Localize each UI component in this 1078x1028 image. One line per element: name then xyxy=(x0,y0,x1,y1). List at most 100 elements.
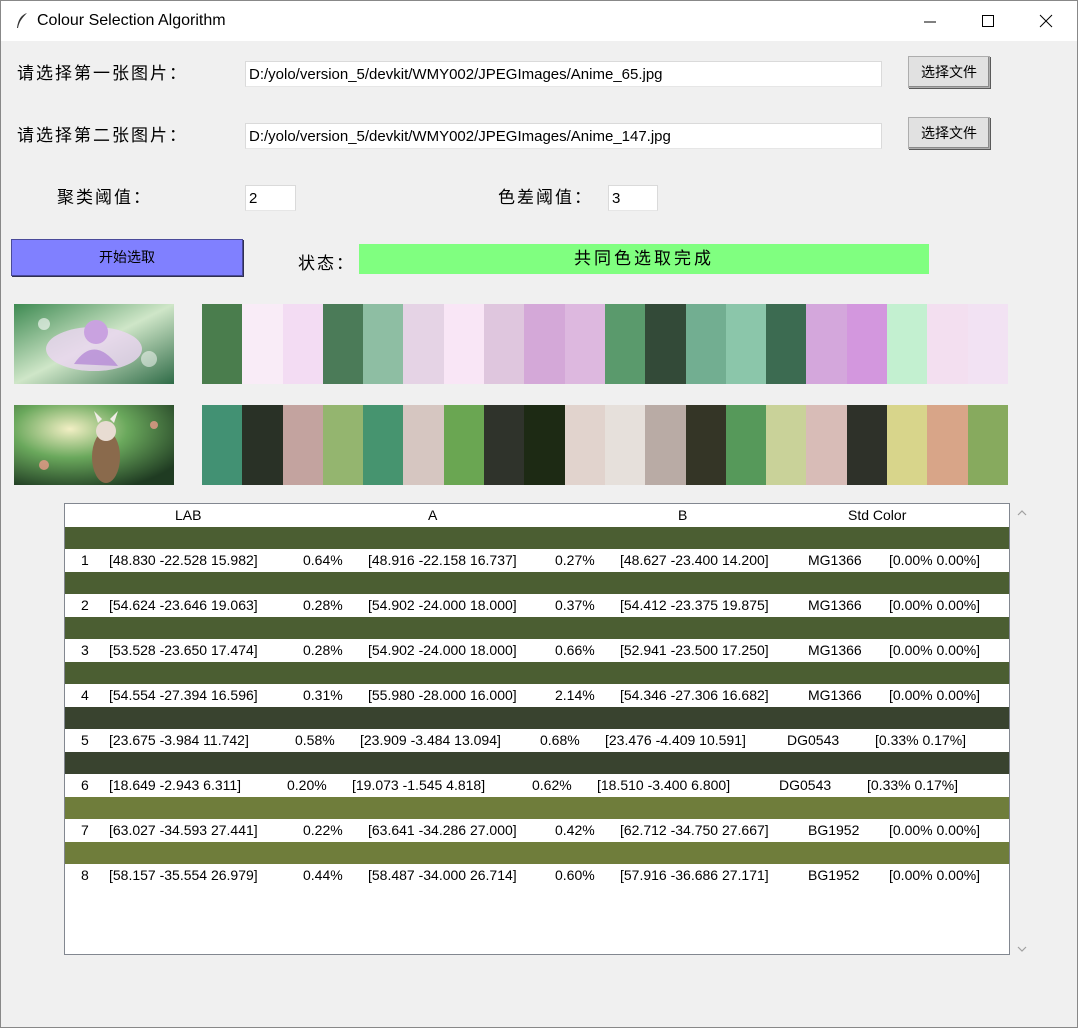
image1-swatch xyxy=(645,304,686,384)
image1-swatch xyxy=(363,304,404,384)
file1-path-input[interactable]: D:/yolo/version_5/devkit/WMY002/JPEGImag… xyxy=(245,61,882,87)
file1-choose-button[interactable]: 选择文件 xyxy=(908,56,990,88)
header-b[interactable]: B xyxy=(678,507,687,523)
table-row[interactable]: 2 [54.624 -23.646 19.063] 0.28% [54.902 -24… xyxy=(65,572,1009,617)
percent-b-cell: 0.68% xyxy=(540,732,580,748)
lab-cell: [48.830 -22.528 15.982] xyxy=(109,552,258,568)
percent-b-cell: 0.37% xyxy=(555,597,595,613)
percent-a-cell: 0.64% xyxy=(303,552,343,568)
image2-swatch xyxy=(806,405,847,485)
a-lab-cell: [23.909 -3.484 13.094] xyxy=(360,732,501,748)
row-color-band xyxy=(65,572,1009,594)
table-header: LAB A B Std Color xyxy=(65,504,1009,526)
deviation-cell: [0.33% 0.17%] xyxy=(875,732,967,748)
table-scrollbar[interactable] xyxy=(1013,503,1031,955)
scroll-up-icon[interactable] xyxy=(1017,509,1027,517)
close-button[interactable] xyxy=(1017,1,1075,41)
percent-a-cell: 0.31% xyxy=(303,687,343,703)
b-lab-cell: [52.941 -23.500 17.250] xyxy=(620,642,769,658)
percent-b-cell: 0.60% xyxy=(555,867,595,883)
minimize-button[interactable] xyxy=(901,1,959,41)
header-std-color[interactable]: Std Color xyxy=(848,507,906,523)
feather-icon xyxy=(17,13,27,28)
start-select-button[interactable]: 开始选取 xyxy=(11,239,243,276)
image2-swatch xyxy=(322,405,364,485)
percent-b-cell: 0.66% xyxy=(555,642,595,658)
a-lab-cell: [58.487 -34.000 26.714] xyxy=(368,867,517,883)
image1-swatch xyxy=(524,304,565,384)
b-lab-cell: [54.412 -23.375 19.875] xyxy=(620,597,769,613)
lab-cell: [18.649 -2.943 6.311] xyxy=(109,777,242,793)
file2-choose-button[interactable]: 选择文件 xyxy=(908,117,990,149)
cluster-threshold-label: 聚类阈值： xyxy=(57,188,152,208)
percent-a-cell: 0.20% xyxy=(287,777,327,793)
image1-swatch xyxy=(443,304,485,384)
image1-swatch xyxy=(887,304,928,384)
row-number: 6 xyxy=(81,777,89,793)
color-diff-threshold-input[interactable]: 3 xyxy=(608,185,658,211)
title-bar[interactable]: Colour Selection Algorithm xyxy=(1,1,1077,41)
maximize-button[interactable] xyxy=(959,1,1017,41)
header-a[interactable]: A xyxy=(428,507,437,523)
table-row[interactable]: 6 [18.649 -2.943 6.311] 0.20% [19.073 -1.54… xyxy=(65,752,1009,797)
image2-swatch xyxy=(604,405,646,485)
a-lab-cell: [54.902 -24.000 18.000] xyxy=(368,597,517,613)
image1-swatch xyxy=(685,304,726,384)
row-number: 5 xyxy=(81,732,89,748)
table-row[interactable]: 7 [63.027 -34.593 27.441] 0.22% [63.641 -34… xyxy=(65,797,1009,842)
image1-swatch xyxy=(484,304,525,384)
image1-swatch xyxy=(725,304,767,384)
b-lab-cell: [57.916 -36.686 27.171] xyxy=(620,867,769,883)
table-row[interactable]: 4 [54.554 -27.394 16.596] 0.31% [55.980 -28… xyxy=(65,662,1009,707)
cluster-threshold-input[interactable]: 2 xyxy=(245,185,296,211)
image1-thumbnail xyxy=(14,304,174,384)
image1-swatch xyxy=(242,304,283,384)
b-lab-cell: [18.510 -3.400 6.800] xyxy=(597,777,731,793)
image2-swatch xyxy=(242,405,283,485)
image2-swatch xyxy=(484,405,525,485)
percent-a-cell: 0.22% xyxy=(303,822,343,838)
scroll-down-icon[interactable] xyxy=(1017,945,1027,953)
header-lab[interactable]: LAB xyxy=(175,507,201,523)
file2-label: 请选择第二张图片： xyxy=(17,126,188,146)
std-color-cell: DG0543 xyxy=(787,732,840,748)
color-diff-threshold-label: 色差阈值： xyxy=(498,188,593,208)
image2-thumbnail xyxy=(14,405,174,485)
percent-a-cell: 0.58% xyxy=(295,732,335,748)
image2-swatch xyxy=(403,405,444,485)
percent-b-cell: 0.62% xyxy=(532,777,572,793)
app-window: Colour Selection Algorithm 请选择第一张图片： D:/… xyxy=(0,0,1078,1028)
image2-swatch xyxy=(766,405,807,485)
lab-cell: [63.027 -34.593 27.441] xyxy=(109,822,258,838)
row-color-band xyxy=(65,842,1009,864)
std-color-cell: DG0543 xyxy=(779,777,832,793)
b-lab-cell: [23.476 -4.409 10.591] xyxy=(605,732,746,748)
table-row[interactable]: 8 [58.157 -35.554 26.979] 0.44% [58.487 -34… xyxy=(65,842,1009,887)
deviation-cell: [0.00% 0.00%] xyxy=(889,642,981,658)
percent-b-cell: 2.14% xyxy=(555,687,595,703)
image2-swatch xyxy=(645,405,686,485)
image2-swatch xyxy=(443,405,485,485)
table-row[interactable]: 5 [23.675 -3.984 11.742] 0.58% [23.909 -3.4… xyxy=(65,707,1009,752)
a-lab-cell: [19.073 -1.545 4.818] xyxy=(352,777,486,793)
std-color-cell: BG1952 xyxy=(808,867,860,883)
image1-swatch xyxy=(846,304,888,384)
a-lab-cell: [63.641 -34.286 27.000] xyxy=(368,822,517,838)
row-color-band xyxy=(65,662,1009,684)
row-number: 1 xyxy=(81,552,89,568)
lab-cell: [58.157 -35.554 26.979] xyxy=(109,867,258,883)
std-color-cell: MG1366 xyxy=(808,597,862,613)
file2-path-input[interactable]: D:/yolo/version_5/devkit/WMY002/JPEGImag… xyxy=(245,123,882,149)
deviation-cell: [0.33% 0.17%] xyxy=(867,777,959,793)
results-table[interactable]: LAB A B Std Color 1 [48.830 -22.528 15.98… xyxy=(64,503,1010,955)
image2-swatch xyxy=(967,405,1008,485)
deviation-cell: [0.00% 0.00%] xyxy=(889,822,981,838)
close-icon xyxy=(1039,14,1053,28)
status-indicator: 共同色选取完成 xyxy=(359,244,929,274)
std-color-cell: BG1952 xyxy=(808,822,860,838)
table-row[interactable]: 1 [48.830 -22.528 15.982] 0.64% [48.916 -22… xyxy=(65,527,1009,572)
row-number: 7 xyxy=(81,822,89,838)
image1-color-strip xyxy=(202,304,1008,384)
b-lab-cell: [48.627 -23.400 14.200] xyxy=(620,552,769,568)
table-row[interactable]: 3 [53.528 -23.650 17.474] 0.28% [54.902 -24… xyxy=(65,617,1009,662)
